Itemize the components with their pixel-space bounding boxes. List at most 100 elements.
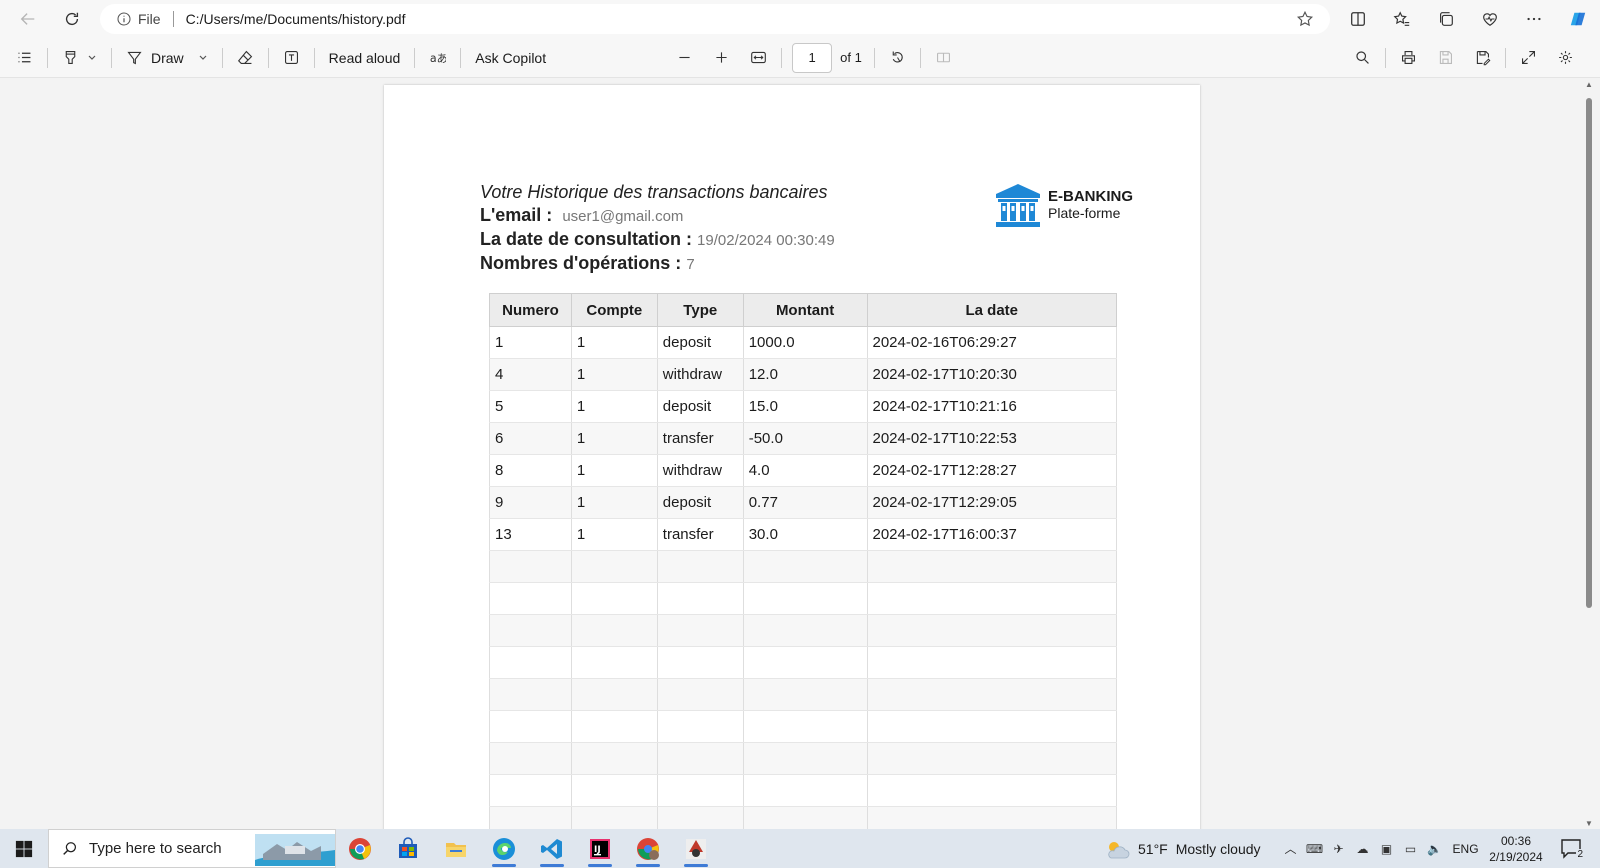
- cloud-icon[interactable]: ☁: [1355, 841, 1371, 857]
- start-button[interactable]: [0, 829, 48, 868]
- taskbar-store[interactable]: [384, 829, 432, 868]
- address-bar[interactable]: File C:/Users/me/Documents/history.pdf: [100, 4, 1330, 34]
- chrome-profile-icon: [637, 837, 659, 860]
- zoom-in-button[interactable]: [703, 42, 740, 74]
- print-button[interactable]: [1390, 42, 1427, 74]
- pdf-settings-button[interactable]: [1547, 42, 1584, 74]
- refresh-icon: [65, 12, 79, 26]
- erase-button[interactable]: [227, 42, 264, 74]
- table-cell: [656, 710, 744, 743]
- brand-name: E-BANKING: [1048, 188, 1133, 205]
- transactions-table: Numero Compte Type Montant La date 1 1 deposit…: [489, 293, 1117, 829]
- display-icon[interactable]: ▣: [1379, 841, 1395, 857]
- taskbar-chrome-profile[interactable]: [624, 829, 672, 868]
- taskbar-vscode[interactable]: [528, 829, 576, 868]
- column-header: Numero: [489, 293, 572, 327]
- table-cell: [570, 774, 658, 807]
- fit-to-width-button[interactable]: [740, 42, 777, 74]
- read-aloud-button[interactable]: Read aloud: [319, 42, 411, 74]
- address-separator: [172, 11, 174, 27]
- chevron-down-icon[interactable]: [87, 53, 97, 63]
- printer-icon: [1401, 50, 1415, 65]
- fullscreen-button[interactable]: [1510, 42, 1547, 74]
- table-row: 1 1 deposit 1000.0 2024-02-16T06:29:27: [489, 326, 1117, 359]
- table-cell: [742, 774, 868, 807]
- contents-button[interactable]: [6, 42, 43, 74]
- search-icon: [63, 841, 77, 855]
- back-button[interactable]: [10, 3, 46, 35]
- table-cell: 15.0: [742, 390, 868, 423]
- pdf-viewer[interactable]: Votre Historique des transactions bancai…: [0, 79, 1600, 829]
- vertical-scrollbar[interactable]: ▲ ▼: [1584, 80, 1594, 828]
- favorite-star-icon[interactable]: [1296, 10, 1314, 28]
- system-tray: 51°F Mostly cloudy ︿ ⌨ ✈ ☁ ▣ ▭ 🔈 ENG: [1104, 829, 1479, 868]
- address-url[interactable]: C:/Users/me/Documents/history.pdf: [186, 11, 406, 27]
- copilot-button[interactable]: [1560, 3, 1596, 35]
- battery-icon[interactable]: ▭: [1403, 841, 1419, 857]
- input-language[interactable]: ENG: [1453, 842, 1479, 856]
- split-screen-button[interactable]: [1340, 3, 1376, 35]
- two-page-icon: [936, 52, 950, 63]
- add-text-button[interactable]: [273, 42, 310, 74]
- scroll-down-icon[interactable]: ▼: [1584, 819, 1594, 828]
- app-icon: [686, 838, 706, 859]
- taskbar-intellij[interactable]: IJ: [576, 829, 624, 868]
- taskbar-file-explorer[interactable]: [432, 829, 480, 868]
- table-cell: [656, 646, 744, 679]
- table-cell: 4.0: [742, 454, 868, 487]
- translate-button[interactable]: aあ: [419, 42, 456, 74]
- page-number-input[interactable]: 1: [792, 42, 833, 73]
- more-menu-button[interactable]: [1516, 3, 1552, 35]
- taskbar-app[interactable]: [672, 829, 720, 868]
- consultation-date-line: La date de consultation : 19/02/2024 00:…: [480, 228, 835, 252]
- volume-icon[interactable]: 🔈: [1427, 841, 1443, 857]
- site-info[interactable]: File: [116, 11, 161, 27]
- chevron-up-icon[interactable]: ︿: [1283, 841, 1299, 857]
- taskbar-search[interactable]: Type here to search: [48, 829, 336, 868]
- taskbar-chrome[interactable]: [336, 829, 384, 868]
- airplane-icon[interactable]: ✈: [1331, 841, 1347, 857]
- table-cell: 1: [570, 486, 658, 519]
- save-as-button[interactable]: [1464, 42, 1501, 74]
- table-cell: [742, 582, 868, 615]
- keyboard-icon[interactable]: ⌨: [1306, 841, 1323, 857]
- column-header: La date: [866, 293, 1117, 327]
- collections-button[interactable]: [1428, 3, 1464, 35]
- clock-date: 2/19/2024: [1489, 850, 1543, 864]
- table-cell: 1: [570, 518, 658, 551]
- toolbar-separator: [781, 47, 783, 68]
- find-button[interactable]: [1344, 42, 1381, 74]
- browser-essentials-button[interactable]: [1472, 3, 1508, 35]
- split-screen-icon: [1351, 12, 1365, 26]
- refresh-button[interactable]: [54, 3, 90, 35]
- weather-widget[interactable]: 51°F Mostly cloudy: [1104, 838, 1261, 860]
- table-cell: [656, 806, 744, 829]
- rotate-button[interactable]: [879, 42, 916, 74]
- document-header: Votre Historique des transactions bancai…: [480, 181, 835, 276]
- zoom-out-button[interactable]: [666, 42, 703, 74]
- save-button[interactable]: [1427, 42, 1464, 74]
- draw-label: Draw: [151, 49, 184, 66]
- favorites-icon: [1393, 11, 1410, 26]
- table-cell: transfer: [656, 518, 744, 551]
- notification-button[interactable]: 2: [1560, 838, 1584, 860]
- clock[interactable]: 00:36 2/19/2024: [1476, 833, 1556, 865]
- taskbar-edge[interactable]: [480, 829, 528, 868]
- table-cell: [570, 678, 658, 711]
- ask-copilot-button[interactable]: Ask Copilot: [465, 42, 556, 74]
- table-cell: deposit: [656, 390, 744, 423]
- table-cell: [742, 710, 868, 743]
- highlight-button[interactable]: [52, 42, 107, 74]
- table-cell: [489, 550, 572, 583]
- bank-icon: [996, 184, 1040, 227]
- column-header: Montant: [742, 293, 868, 327]
- chevron-down-icon[interactable]: [198, 53, 208, 63]
- scroll-thumb[interactable]: [1586, 98, 1592, 608]
- scroll-up-icon[interactable]: ▲: [1584, 80, 1594, 89]
- draw-button[interactable]: Draw: [116, 42, 218, 74]
- translate-icon: aあ: [430, 52, 446, 65]
- table-cell: [570, 646, 658, 679]
- favorites-button[interactable]: [1384, 3, 1420, 35]
- page-view-button[interactable]: [925, 42, 962, 74]
- table-cell: [656, 550, 744, 583]
